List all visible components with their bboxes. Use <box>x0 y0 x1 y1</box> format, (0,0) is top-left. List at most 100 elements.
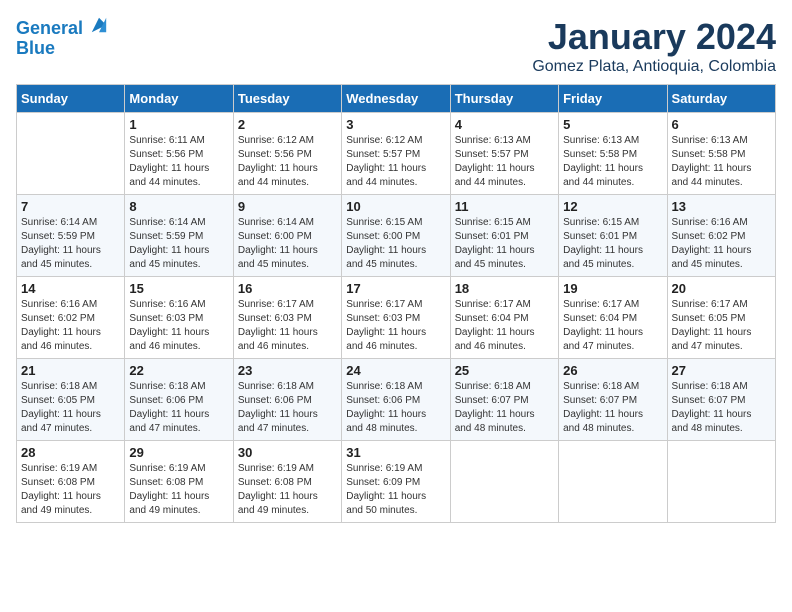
day-number: 13 <box>672 199 771 214</box>
calendar-cell: 19 Sunrise: 6:17 AM Sunset: 6:04 PM Dayli… <box>559 277 667 359</box>
calendar-cell: 24 Sunrise: 6:18 AM Sunset: 6:06 PM Dayli… <box>342 359 450 441</box>
day-info: Sunrise: 6:18 AM Sunset: 6:05 PM Dayligh… <box>21 380 120 436</box>
calendar-cell: 25Sunrise: 6:18 AM Sunset: 6:07 PM Dayli… <box>450 359 558 441</box>
calendar-cell: 1Sunrise: 6:11 AM Sunset: 5:56 PM Daylig… <box>125 113 233 195</box>
calendar-cell: 20 Sunrise: 6:17 AM Sunset: 6:05 PM Dayli… <box>667 277 775 359</box>
day-info: Sunrise: 6:17 AM Sunset: 6:04 PM Dayligh… <box>455 298 554 354</box>
calendar-cell: 4 Sunrise: 6:13 AM Sunset: 5:57 PM Daylig… <box>450 113 558 195</box>
week-row-1: 1Sunrise: 6:11 AM Sunset: 5:56 PM Daylig… <box>17 113 776 195</box>
location-subtitle: Gomez Plata, Antioquia, Colombia <box>532 58 776 76</box>
day-info: Sunrise: 6:12 AM Sunset: 5:57 PM Dayligh… <box>346 134 445 190</box>
week-row-2: 7Sunrise: 6:14 AM Sunset: 5:59 PM Daylig… <box>17 195 776 277</box>
day-number: 17 <box>346 281 445 296</box>
day-number: 23 <box>238 363 337 378</box>
day-info: Sunrise: 6:18 AM Sunset: 6:07 PM Dayligh… <box>563 380 662 436</box>
logo: General Blue <box>16 16 108 59</box>
calendar-table: SundayMondayTuesdayWednesdayThursdayFrid… <box>16 84 776 523</box>
header: General Blue January 2024 Gomez Plata, A… <box>16 16 776 76</box>
day-number: 22 <box>129 363 228 378</box>
calendar-cell: 23 Sunrise: 6:18 AM Sunset: 6:06 PM Dayli… <box>233 359 341 441</box>
day-info: Sunrise: 6:18 AM Sunset: 6:06 PM Dayligh… <box>238 380 337 436</box>
day-number: 10 <box>346 199 445 214</box>
day-number: 3 <box>346 117 445 132</box>
calendar-cell: 2 Sunrise: 6:12 AM Sunset: 5:56 PM Daylig… <box>233 113 341 195</box>
day-info: Sunrise: 6:13 AM Sunset: 5:58 PM Dayligh… <box>672 134 771 190</box>
day-number: 31 <box>346 445 445 460</box>
calendar-cell: 9 Sunrise: 6:14 AM Sunset: 6:00 PM Daylig… <box>233 195 341 277</box>
day-info: Sunrise: 6:19 AM Sunset: 6:08 PM Dayligh… <box>21 462 120 518</box>
day-number: 29 <box>129 445 228 460</box>
calendar-cell <box>450 441 558 523</box>
header-sunday: Sunday <box>17 85 125 113</box>
day-number: 12 <box>563 199 662 214</box>
day-info: Sunrise: 6:18 AM Sunset: 6:06 PM Dayligh… <box>346 380 445 436</box>
header-wednesday: Wednesday <box>342 85 450 113</box>
day-number: 21 <box>21 363 120 378</box>
week-row-4: 21 Sunrise: 6:18 AM Sunset: 6:05 PM Dayli… <box>17 359 776 441</box>
day-info: Sunrise: 6:17 AM Sunset: 6:05 PM Dayligh… <box>672 298 771 354</box>
calendar-cell: 22 Sunrise: 6:18 AM Sunset: 6:06 PM Dayli… <box>125 359 233 441</box>
title-area: January 2024 Gomez Plata, Antioquia, Col… <box>532 16 776 76</box>
day-info: Sunrise: 6:15 AM Sunset: 6:01 PM Dayligh… <box>563 216 662 272</box>
header-monday: Monday <box>125 85 233 113</box>
day-number: 5 <box>563 117 662 132</box>
week-row-3: 14Sunrise: 6:16 AM Sunset: 6:02 PM Dayli… <box>17 277 776 359</box>
day-info: Sunrise: 6:18 AM Sunset: 6:07 PM Dayligh… <box>455 380 554 436</box>
day-info: Sunrise: 6:19 AM Sunset: 6:08 PM Dayligh… <box>129 462 228 518</box>
calendar-cell: 12 Sunrise: 6:15 AM Sunset: 6:01 PM Dayli… <box>559 195 667 277</box>
day-info: Sunrise: 6:18 AM Sunset: 6:07 PM Dayligh… <box>672 380 771 436</box>
week-row-5: 28Sunrise: 6:19 AM Sunset: 6:08 PM Dayli… <box>17 441 776 523</box>
day-info: Sunrise: 6:15 AM Sunset: 6:01 PM Dayligh… <box>455 216 554 272</box>
day-info: Sunrise: 6:17 AM Sunset: 6:04 PM Dayligh… <box>563 298 662 354</box>
calendar-cell: 14Sunrise: 6:16 AM Sunset: 6:02 PM Dayli… <box>17 277 125 359</box>
calendar-cell: 15Sunrise: 6:16 AM Sunset: 6:03 PM Dayli… <box>125 277 233 359</box>
day-number: 30 <box>238 445 337 460</box>
day-info: Sunrise: 6:12 AM Sunset: 5:56 PM Dayligh… <box>238 134 337 190</box>
calendar-cell: 16Sunrise: 6:17 AM Sunset: 6:03 PM Dayli… <box>233 277 341 359</box>
day-info: Sunrise: 6:14 AM Sunset: 6:00 PM Dayligh… <box>238 216 337 272</box>
calendar-cell: 27 Sunrise: 6:18 AM Sunset: 6:07 PM Dayli… <box>667 359 775 441</box>
header-row: SundayMondayTuesdayWednesdayThursdayFrid… <box>17 85 776 113</box>
day-number: 15 <box>129 281 228 296</box>
day-info: Sunrise: 6:16 AM Sunset: 6:02 PM Dayligh… <box>21 298 120 354</box>
calendar-cell: 11 Sunrise: 6:15 AM Sunset: 6:01 PM Dayli… <box>450 195 558 277</box>
calendar-cell <box>667 441 775 523</box>
day-info: Sunrise: 6:11 AM Sunset: 5:56 PM Dayligh… <box>129 134 228 190</box>
header-friday: Friday <box>559 85 667 113</box>
day-info: Sunrise: 6:18 AM Sunset: 6:06 PM Dayligh… <box>129 380 228 436</box>
day-number: 9 <box>238 199 337 214</box>
calendar-cell: 29 Sunrise: 6:19 AM Sunset: 6:08 PM Dayli… <box>125 441 233 523</box>
calendar-cell: 30 Sunrise: 6:19 AM Sunset: 6:08 PM Dayli… <box>233 441 341 523</box>
day-info: Sunrise: 6:19 AM Sunset: 6:09 PM Dayligh… <box>346 462 445 518</box>
calendar-cell: 8Sunrise: 6:14 AM Sunset: 5:59 PM Daylig… <box>125 195 233 277</box>
calendar-cell <box>17 113 125 195</box>
day-number: 2 <box>238 117 337 132</box>
day-number: 11 <box>455 199 554 214</box>
day-info: Sunrise: 6:19 AM Sunset: 6:08 PM Dayligh… <box>238 462 337 518</box>
header-tuesday: Tuesday <box>233 85 341 113</box>
calendar-cell: 13Sunrise: 6:16 AM Sunset: 6:02 PM Dayli… <box>667 195 775 277</box>
day-info: Sunrise: 6:14 AM Sunset: 5:59 PM Dayligh… <box>21 216 120 272</box>
day-info: Sunrise: 6:15 AM Sunset: 6:00 PM Dayligh… <box>346 216 445 272</box>
day-number: 19 <box>563 281 662 296</box>
logo-icon <box>90 16 108 34</box>
day-number: 20 <box>672 281 771 296</box>
day-info: Sunrise: 6:17 AM Sunset: 6:03 PM Dayligh… <box>346 298 445 354</box>
month-title: January 2024 <box>532 16 776 58</box>
calendar-cell: 31 Sunrise: 6:19 AM Sunset: 6:09 PM Dayli… <box>342 441 450 523</box>
calendar-cell: 10 Sunrise: 6:15 AM Sunset: 6:00 PM Dayli… <box>342 195 450 277</box>
day-info: Sunrise: 6:13 AM Sunset: 5:57 PM Dayligh… <box>455 134 554 190</box>
calendar-cell: 28Sunrise: 6:19 AM Sunset: 6:08 PM Dayli… <box>17 441 125 523</box>
calendar-cell: 17 Sunrise: 6:17 AM Sunset: 6:03 PM Dayli… <box>342 277 450 359</box>
logo-blue: Blue <box>16 39 108 59</box>
day-number: 24 <box>346 363 445 378</box>
day-info: Sunrise: 6:13 AM Sunset: 5:58 PM Dayligh… <box>563 134 662 190</box>
calendar-cell: 6Sunrise: 6:13 AM Sunset: 5:58 PM Daylig… <box>667 113 775 195</box>
calendar-cell: 21 Sunrise: 6:18 AM Sunset: 6:05 PM Dayli… <box>17 359 125 441</box>
logo-general: General <box>16 18 83 38</box>
day-number: 4 <box>455 117 554 132</box>
calendar-cell <box>559 441 667 523</box>
day-number: 27 <box>672 363 771 378</box>
calendar-cell: 26Sunrise: 6:18 AM Sunset: 6:07 PM Dayli… <box>559 359 667 441</box>
day-info: Sunrise: 6:14 AM Sunset: 5:59 PM Dayligh… <box>129 216 228 272</box>
